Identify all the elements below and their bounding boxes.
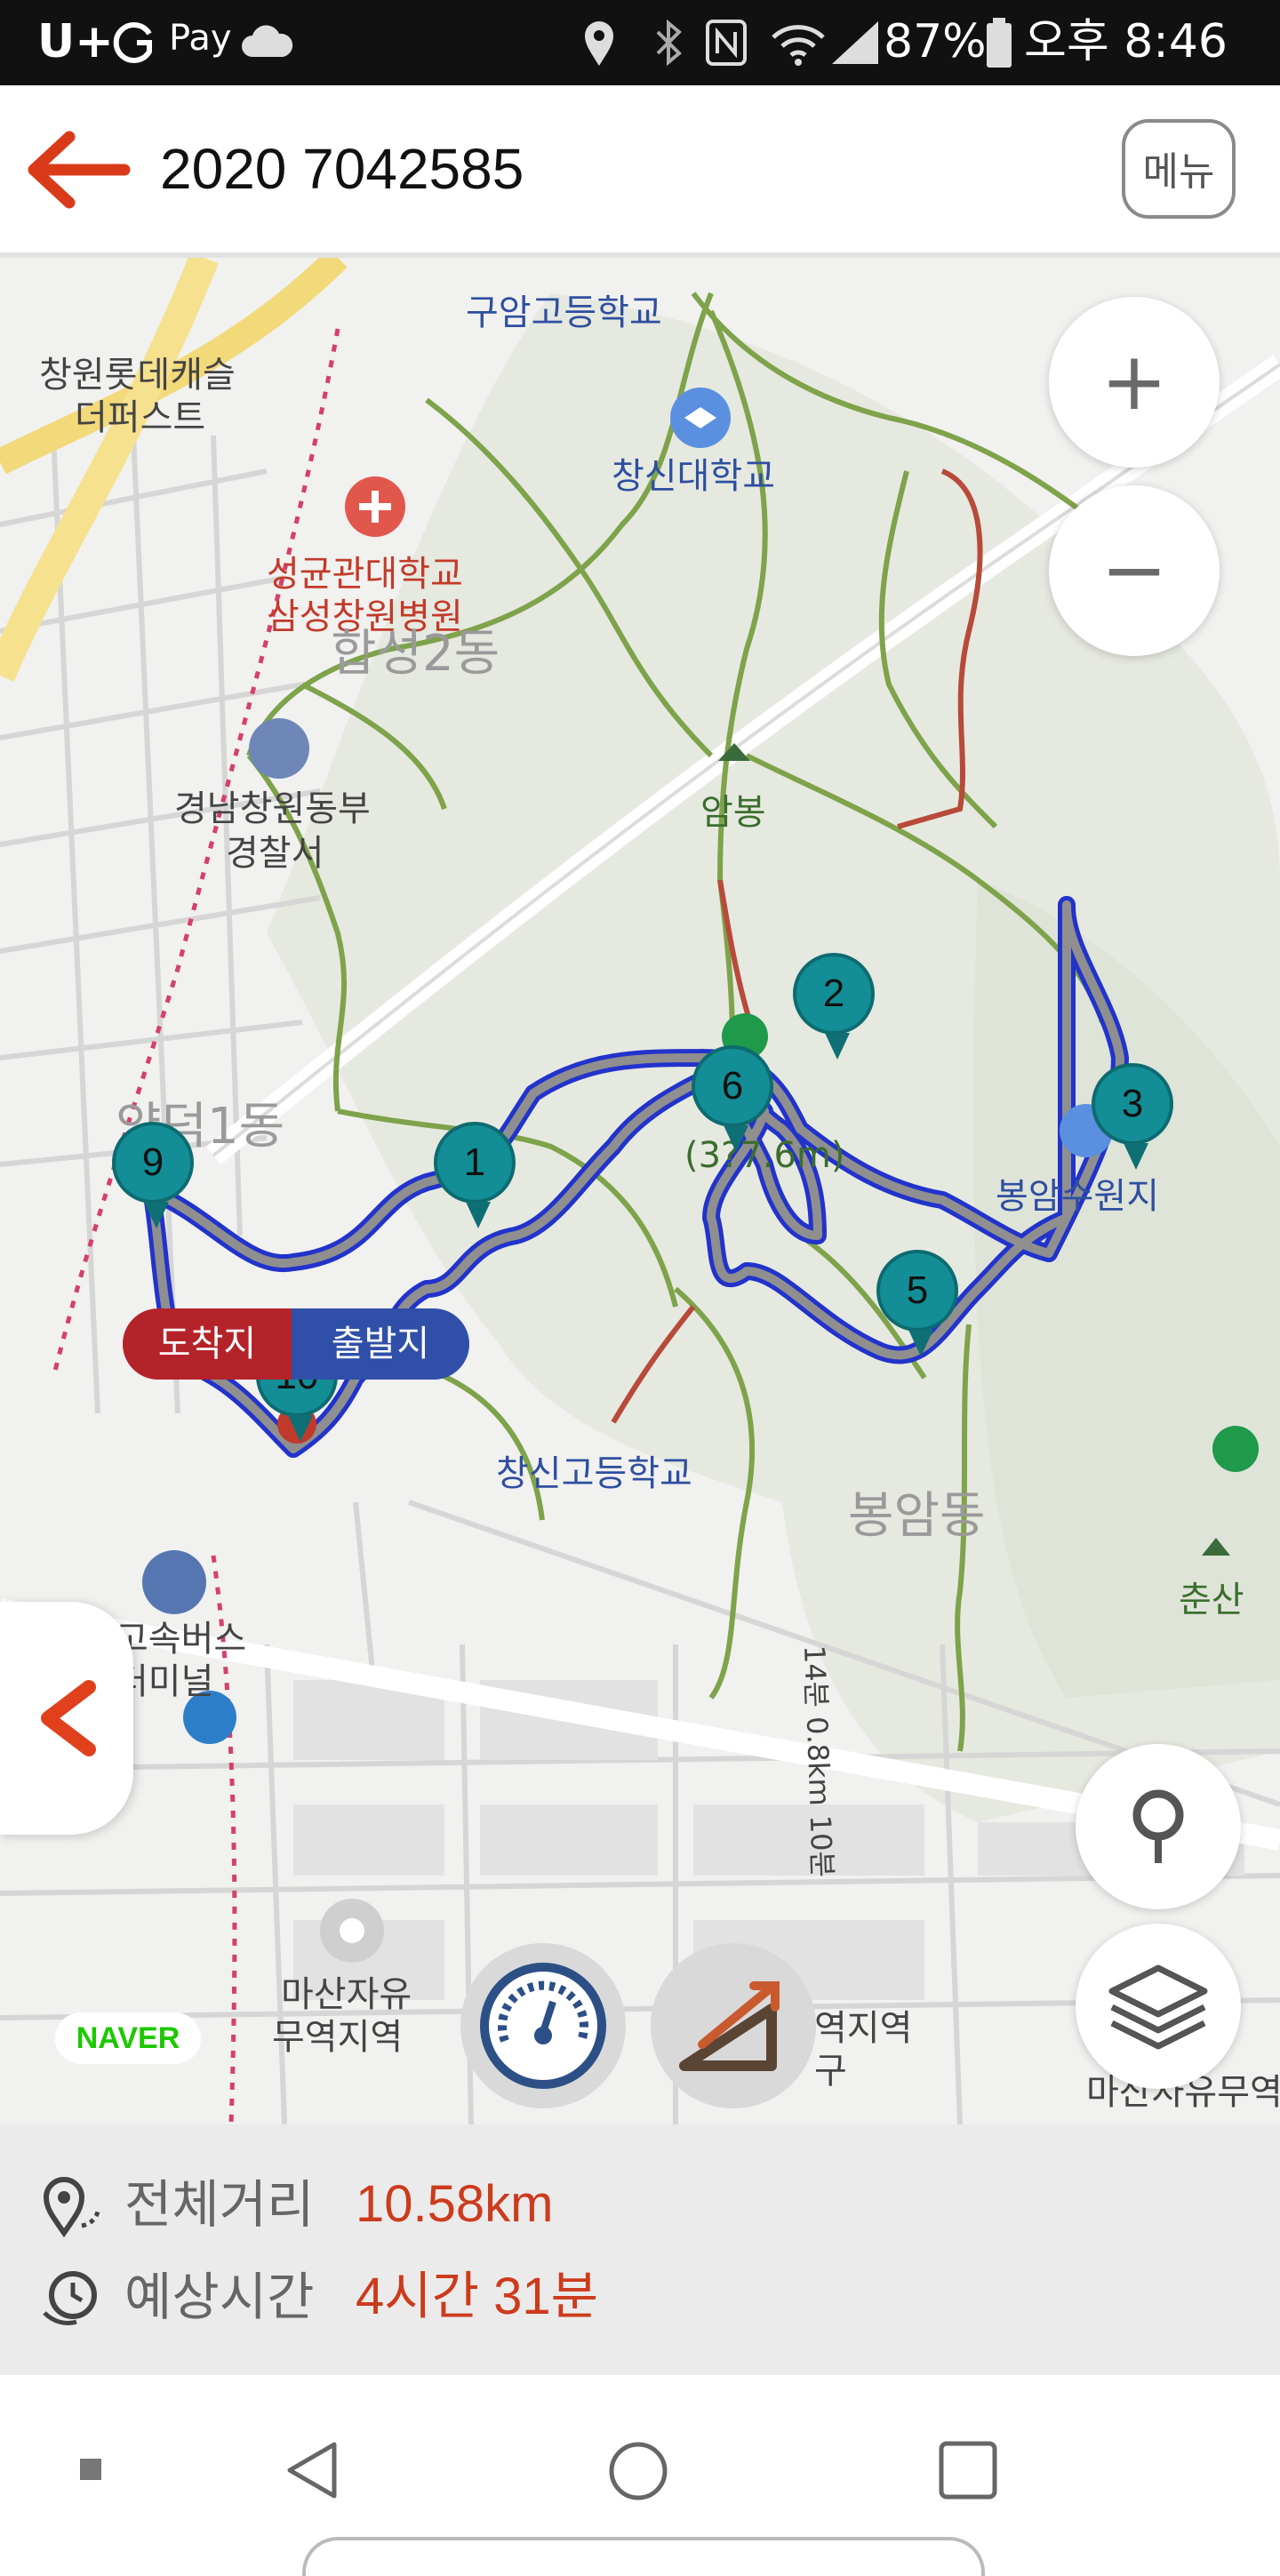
carrier-label: U+ [37, 15, 114, 68]
system-nav-bar [0, 2375, 1280, 2576]
gesture-handle [302, 2537, 985, 2576]
route-marker[interactable]: 2 [793, 953, 875, 1060]
page-title: 2020 7042585 [160, 137, 524, 201]
distance-value: 10.58km [356, 2175, 554, 2233]
battery-icon [987, 18, 1012, 68]
chevron-left-icon [41, 1680, 96, 1756]
poi-label: 성균관대학교 [267, 554, 463, 595]
signal-icon [832, 21, 878, 64]
departure-badge: 출발지 [292, 1308, 469, 1380]
route-marker[interactable]: 6 [692, 1045, 773, 1152]
naver-logo: NAVER [55, 2012, 201, 2064]
app-header: 2020 7042585 메뉴 [0, 85, 1280, 258]
g-icon [113, 22, 152, 63]
peak-label: 춘산 [1179, 1580, 1244, 1620]
poi-label: 역지역 [814, 2008, 913, 2049]
status-bar: U+ Pay 87% 오후 8:46 [0, 0, 1280, 85]
nav-recents-icon[interactable] [937, 2439, 999, 2501]
poi-label: 마산자유 [281, 1974, 412, 2015]
plus-icon: + [1100, 335, 1168, 428]
route-info-panel: 전체거리 10.58km 예상시간 4시간 31분 [0, 2124, 1280, 2375]
poi-label: 경남창원동부 [174, 788, 371, 829]
route-marker[interactable]: 3 [1092, 1063, 1173, 1170]
poi-label: 고속버스 [116, 1619, 247, 1660]
slope-icon [679, 1981, 780, 2071]
back-arrow-icon [28, 131, 131, 209]
distance-pin-icon [43, 2177, 100, 2238]
distance-label: 전체거리 [124, 2174, 315, 2235]
trail-note-label: 14분 0.8km 10분 [797, 1644, 840, 1878]
poi-label: 창신대학교 [612, 456, 775, 497]
arrival-badge: 도착지 [123, 1308, 292, 1380]
nfc-icon [706, 20, 747, 66]
route-marker[interactable]: 5 [876, 1250, 958, 1356]
menu-button[interactable]: 메뉴 [1122, 119, 1236, 219]
time-label: 예상시간 [124, 2267, 315, 2327]
back-button[interactable] [20, 121, 135, 219]
poi-label: 무역지역 [272, 2017, 404, 2058]
speedometer-icon [480, 1963, 606, 2089]
clock-icon [43, 2271, 97, 2326]
overview-dot-button[interactable] [80, 2459, 101, 2480]
district-label: 합성2동 [331, 625, 500, 683]
poi-label: 봉암수원지 [996, 1176, 1159, 1217]
district-label: 봉암동 [848, 1487, 986, 1545]
battery-percent: 87% [884, 15, 987, 68]
bluetooth-icon [656, 19, 682, 67]
poi-label: 창원롯데캐슬 [39, 355, 236, 396]
location-icon [585, 21, 613, 66]
poi-label: 경찰서 [226, 833, 324, 874]
time-value: 4시간 31분 [356, 2268, 598, 2325]
poi-label: 구 [814, 2051, 847, 2092]
poi-label: 창신고등학교 [496, 1453, 692, 1494]
speed-gauge-button[interactable] [460, 1943, 626, 2108]
poi-label: 더퍼스트 [75, 397, 206, 438]
minus-icon: − [1100, 524, 1168, 617]
route-marker[interactable]: 9 [112, 1122, 194, 1228]
peak-elevation-label: (3?7.6m) [684, 1135, 845, 1176]
cloud-icon [242, 25, 293, 57]
peak-label: 암봉 [700, 792, 766, 833]
nav-home-icon[interactable] [606, 2439, 670, 2503]
zoom-in-button[interactable]: + [1049, 297, 1220, 468]
clock: 오후 8:46 [1024, 15, 1228, 68]
collapse-panel-button[interactable] [0, 1602, 133, 1835]
layers-button[interactable] [1076, 1924, 1241, 2089]
location-pin-icon [1132, 1789, 1184, 1863]
my-location-button[interactable] [1076, 1744, 1241, 1909]
route-marker[interactable]: 1 [434, 1122, 516, 1228]
wifi-icon [772, 25, 825, 66]
layers-icon [1108, 1964, 1208, 2050]
nav-back-icon[interactable] [281, 2439, 343, 2501]
poi-label: 구암고등학교 [466, 292, 662, 333]
map-view[interactable]: 창원롯데캐슬 더퍼스트 구암고등학교 창신대학교 성균관대학교 삼성창원병원 합… [0, 258, 1280, 2124]
zoom-out-button[interactable]: − [1049, 485, 1220, 656]
elevation-profile-button[interactable] [651, 1943, 816, 2108]
pay-label: Pay [169, 18, 232, 59]
